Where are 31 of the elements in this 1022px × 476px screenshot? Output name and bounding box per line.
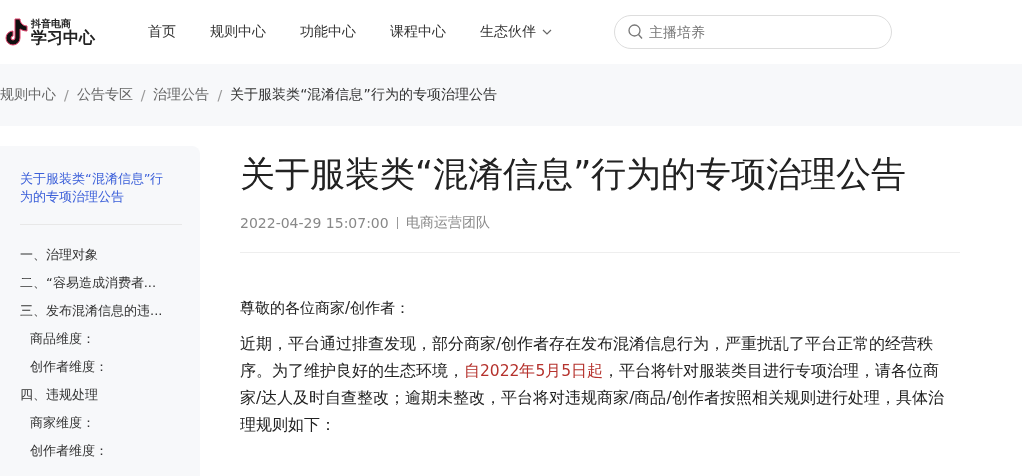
nav-link[interactable]: 课程中心 <box>390 23 446 41</box>
breadcrumb-link[interactable]: 规则中心 <box>0 86 56 104</box>
nav-link[interactable]: 规则中心 <box>210 23 266 41</box>
chevron-down-icon <box>542 29 552 35</box>
author: 电商运营团队 <box>405 214 490 232</box>
toc-item[interactable]: 四、违规处理 <box>20 381 200 409</box>
toc-item[interactable]: 一、治理对象 <box>20 241 200 269</box>
toc-item[interactable]: 创作者维度： <box>20 437 200 465</box>
search-icon <box>628 24 643 40</box>
paragraph: 近期，平台通过排查发现，部分商家/创作者存在发布混淆信息行为，严重扰乱了平台正常的经营秩序。为了维护良好的生态环境，自2022年5月5日起，平台将针对服装类目进行专项治理，请各位商家/达人及时自查整改；逾期未整改，平台将对违规商家/商品/创作者按照相关规则进行处理，具体治理规则如下： <box>240 334 945 436</box>
article-title: 关于服装类“混淆信息”行为的专项治理公告 <box>240 153 908 196</box>
nav-link[interactable]: 首页 <box>148 23 176 41</box>
toc-item[interactable]: 三、发布混淆信息的违... <box>20 297 200 325</box>
salutation: 尊敬的各位商家/创作者： <box>240 298 412 319</box>
toc-item[interactable]: 创作者维度： <box>20 353 200 381</box>
breadcrumb-separator: / <box>217 87 223 103</box>
breadcrumb-link[interactable]: 公告专区 <box>76 86 133 104</box>
nav-link[interactable]: 生态伙伴 <box>480 23 552 41</box>
breadcrumb-link[interactable]: 治理公告 <box>153 86 210 104</box>
search-field[interactable]: 主播培养 <box>614 15 892 49</box>
toc-title[interactable]: 关于服装类“混淆信息”行为的专项治理公告 <box>20 170 168 206</box>
breadcrumb-separator: / <box>140 87 146 103</box>
toc-item[interactable]: 二、“容易造成消费者... <box>20 269 200 297</box>
publish-date: 2022-04-29 15:07:00 <box>240 215 389 231</box>
breadcrumb-separator: / <box>64 87 69 103</box>
toc-item[interactable]: 商家维度： <box>20 409 200 437</box>
note-icon <box>2 18 28 46</box>
logo-title: 学习中心 <box>31 28 95 47</box>
logo-caption: 抖音电商 <box>31 17 71 29</box>
nav-link[interactable]: 功能中心 <box>300 23 356 41</box>
toc-item[interactable]: 商品维度： <box>20 325 200 353</box>
